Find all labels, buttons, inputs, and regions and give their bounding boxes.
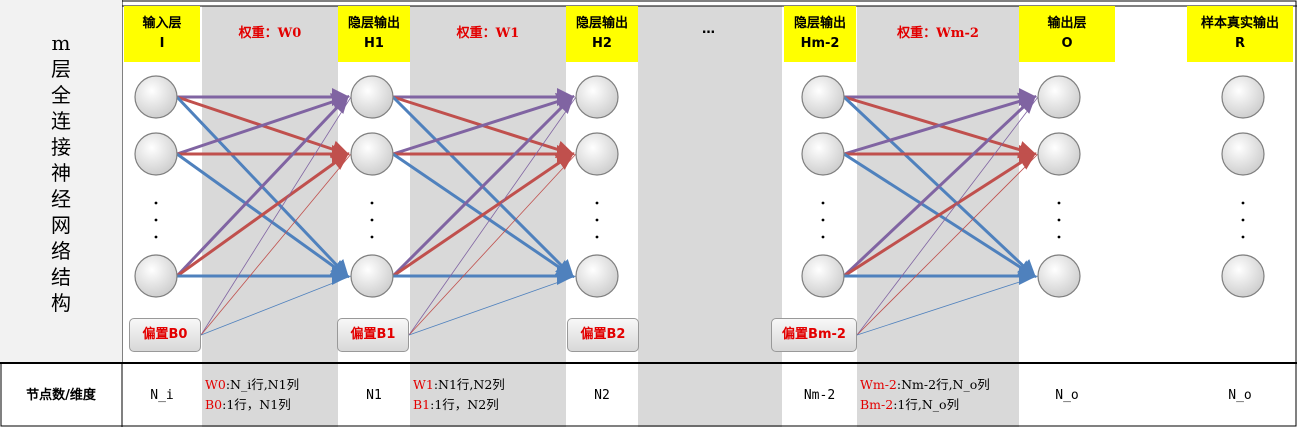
node-hm2-ellipsis-dot-1 <box>821 201 825 205</box>
dim-output: N_o <box>1055 388 1079 403</box>
node-real-2 <box>1221 132 1265 176</box>
node-output-1 <box>1037 75 1081 119</box>
weight-label-w0: 权重：W0 <box>238 26 302 41</box>
node-hm2-ellipsis-dot-2 <box>821 218 825 222</box>
dim-w0-shape: :N_i行,N1列 <box>225 377 300 392</box>
node-input-ellipsis-dot-2 <box>154 218 158 222</box>
node-real-ellipsis-dot-3 <box>1241 235 1245 239</box>
dim-w1-line1: W1:N1行,N2列 <box>413 375 566 395</box>
header-hm2-line1: 隐层输出 <box>793 16 846 31</box>
node-h1-1 <box>350 75 394 119</box>
node-h1-2 <box>350 132 394 176</box>
dim-bm2-shape: :1行,N_o列 <box>893 397 960 412</box>
header-real: 样本真实输出 R <box>1187 6 1293 62</box>
node-hm2-3 <box>801 254 845 298</box>
network-diagram-canvas <box>0 0 1297 427</box>
dim-hm2: Nm-2 <box>803 388 836 403</box>
header-output-line1: 输出层 <box>1047 16 1087 31</box>
dim-b1-shape: :1行，N2列 <box>430 397 499 412</box>
node-input-2 <box>134 132 178 176</box>
node-input-3 <box>134 254 178 298</box>
node-h1-ellipsis-dot-2 <box>370 218 374 222</box>
dim-input: N_i <box>150 388 174 403</box>
dim-w0: W0:N_i行,N1列 B0:1行，N1列 <box>205 365 338 427</box>
side-title-panel: m层全连接神经网络结构 <box>0 0 122 362</box>
node-hm2-ellipsis-dot-3 <box>821 235 825 239</box>
header-real-line2: R <box>1234 36 1245 51</box>
dim-b1-line2: B1:1行，N2列 <box>413 395 566 415</box>
dim-b0-name: B0 <box>205 397 223 412</box>
dim-w1: W1:N1行,N2列 B1:1行，N2列 <box>413 365 566 427</box>
node-real-ellipsis-dot-1 <box>1241 201 1245 205</box>
header-h2-line1: 隐层输出 <box>575 16 628 31</box>
node-h2-ellipsis-dot-2 <box>595 218 599 222</box>
node-h1-ellipsis-dot-3 <box>370 235 374 239</box>
dim-wm2-line1: Wm-2:Nm-2行,N_o列 <box>860 375 1019 395</box>
header-input-line1: 输入层 <box>142 16 182 31</box>
bottom-row-label: 节点数/维度 <box>26 388 96 403</box>
bias-b1: 偏置B1 <box>337 318 409 352</box>
header-h1-line1: 隐层输出 <box>347 16 400 31</box>
node-output-2 <box>1037 132 1081 176</box>
dim-b1-name: B1 <box>413 397 431 412</box>
dim-w0-name: W0 <box>205 377 226 392</box>
node-h1-ellipsis-dot-1 <box>370 201 374 205</box>
node-input-1 <box>134 75 178 119</box>
dim-b0-line2: B0:1行，N1列 <box>205 395 338 415</box>
dim-w1-name: W1 <box>413 377 434 392</box>
dim-wm2-shape: :Nm-2行,N_o列 <box>896 377 990 392</box>
bias-bm2: 偏置Bm-2 <box>771 318 857 352</box>
node-input-ellipsis-dot-1 <box>154 201 158 205</box>
node-h2-1 <box>575 75 619 119</box>
node-output-ellipsis-dot-1 <box>1057 201 1061 205</box>
node-h2-ellipsis-dot-1 <box>595 201 599 205</box>
dim-h2: N2 <box>594 388 610 403</box>
node-output-ellipsis-dot-3 <box>1057 235 1061 239</box>
header-real-line1: 样本真实输出 <box>1200 16 1279 31</box>
node-h1-3 <box>350 254 394 298</box>
node-output-ellipsis-dot-2 <box>1057 218 1061 222</box>
node-real-1 <box>1221 75 1265 119</box>
node-real-ellipsis-dot-2 <box>1241 218 1245 222</box>
dim-real: N_o <box>1228 388 1252 403</box>
header-h2-line2: H2 <box>592 36 612 51</box>
dim-bm2-line2: Bm-2:1行,N_o列 <box>860 395 1019 415</box>
side-title: m层全连接神经网络结构 <box>51 31 71 315</box>
dim-w1-shape: :N1行,N2列 <box>433 377 505 392</box>
header-output-line2: O <box>1061 36 1073 51</box>
node-real-3 <box>1221 254 1265 298</box>
weight-label-wm2: 权重：Wm-2 <box>897 26 979 41</box>
dim-b0-shape: :1行，N1列 <box>222 397 291 412</box>
dim-w0-line1: W0:N_i行,N1列 <box>205 375 338 395</box>
header-input-line2: I <box>159 36 165 51</box>
layer-ellipsis: … <box>702 22 715 37</box>
weight-label-w1: 权重：W1 <box>456 26 520 41</box>
header-h1: 隐层输出 H1 <box>338 6 410 62</box>
header-h1-line2: H1 <box>364 36 384 51</box>
header-input: 输入层 I <box>124 6 200 62</box>
bias-b2: 偏置B2 <box>567 318 639 352</box>
node-h2-3 <box>575 254 619 298</box>
node-output-3 <box>1037 254 1081 298</box>
header-h2: 隐层输出 H2 <box>566 6 638 62</box>
bias-b0: 偏置B0 <box>129 318 201 352</box>
header-hm2: 隐层输出 Hm-2 <box>784 6 856 62</box>
dim-wm2-name: Wm-2 <box>860 377 897 392</box>
header-hm2-line2: Hm-2 <box>800 36 840 51</box>
dim-bm2-name: Bm-2 <box>860 397 894 412</box>
node-hm2-1 <box>801 75 845 119</box>
node-hm2-2 <box>801 132 845 176</box>
header-output: 输出层 O <box>1019 6 1115 62</box>
dim-wm2: Wm-2:Nm-2行,N_o列 Bm-2:1行,N_o列 <box>860 365 1019 427</box>
node-input-ellipsis-dot-3 <box>154 235 158 239</box>
node-h2-2 <box>575 132 619 176</box>
dim-h1: N1 <box>366 388 382 403</box>
node-h2-ellipsis-dot-3 <box>595 235 599 239</box>
